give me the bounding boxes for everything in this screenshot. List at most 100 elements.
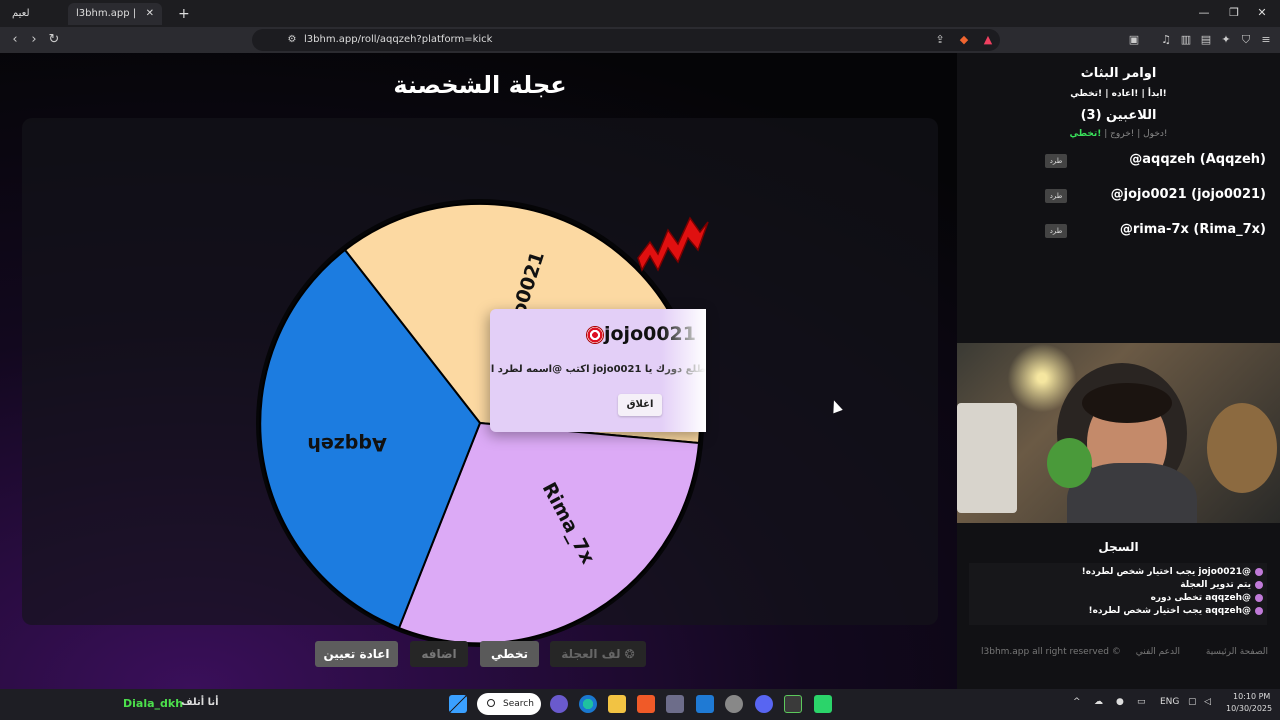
taskbar-search[interactable]: Search <box>477 693 541 715</box>
brave-shield-icon[interactable]: ◆ <box>956 32 972 48</box>
restore-button[interactable]: ❐ <box>1224 4 1244 22</box>
tab-title: l3bhm.app | لعبهم <box>76 8 137 41</box>
winner-name: jojo0021 <box>603 323 696 345</box>
log-text: يتم تدوير العجلة <box>1180 580 1251 590</box>
bag <box>1207 403 1277 493</box>
kick-button[interactable]: طرد <box>1045 189 1067 203</box>
file-explorer-icon[interactable] <box>608 695 626 713</box>
browser-toolbar: ‹ › ↻ ⚑ ⚙ l3bhm.app/roll/aqqzeh?platform… <box>0 27 1280 53</box>
site-info-icon[interactable]: ⚙ <box>282 30 302 50</box>
wheel-pointer-icon <box>637 216 709 272</box>
players-hint: !دخول | !خروج | !تخطي <box>957 129 1280 139</box>
brave-icon[interactable] <box>637 695 655 713</box>
kick-icon[interactable] <box>814 695 832 713</box>
reset-button[interactable]: اعادة تعيين <box>315 641 398 667</box>
commands-list: !ابدأ | !اعاده | !تخطي <box>1070 89 1167 99</box>
player-row: طرد @jojo0021 (jojo0021) <box>957 184 1280 210</box>
tray-overflow-icon[interactable]: ^ <box>1073 697 1081 707</box>
close-popup-button[interactable]: اغلاق <box>618 394 662 416</box>
share-icon[interactable]: ⇪ <box>932 32 948 48</box>
player-name: @rima-7x (Rima_7x) <box>1119 222 1266 237</box>
search-label: Search <box>503 699 534 709</box>
log-icon <box>1255 606 1263 615</box>
back-icon[interactable]: ‹ <box>5 30 25 50</box>
winner-message: طلع دورك يا jojo0021 اكتب @اسمه لطرد الش… <box>490 364 706 375</box>
players-hint-skip: !تخطي <box>1069 129 1102 139</box>
whiteboard <box>957 403 1017 513</box>
log-icon <box>1255 593 1263 602</box>
webcam-overlay <box>957 343 1280 523</box>
player-name: @jojo0021 (jojo0021) <box>1110 187 1266 202</box>
obs-icon[interactable] <box>725 695 743 713</box>
log-line: @aqqzeh يجب اختيار شخص لطرده! <box>1088 606 1263 616</box>
windows-start-icon[interactable] <box>449 695 467 713</box>
kick-button[interactable]: طرد <box>1045 154 1067 168</box>
reload-icon[interactable]: ↻ <box>44 30 64 50</box>
log-line: يتم تدوير العجلة <box>1180 580 1263 590</box>
browser-tab[interactable]: لعيم <box>4 3 64 25</box>
sidebar-icon[interactable]: ▥ <box>1178 32 1194 48</box>
target-icon <box>586 326 604 344</box>
forward-icon[interactable]: › <box>24 30 44 50</box>
log-line: @jojo0021 يجب اختيار شخص لطرده! <box>1082 567 1263 577</box>
log-icon <box>1255 580 1263 589</box>
footer-support-link[interactable]: الدعم الفني <box>1136 647 1180 657</box>
close-tab-icon[interactable]: ✕ <box>146 3 154 25</box>
sidebar: اوامر البثاث !ابدأ | !اعاده | !تخطي اللا… <box>957 53 1280 689</box>
log-line: @aqqzeh تخطى دوره <box>1151 593 1263 603</box>
kick-button[interactable]: طرد <box>1045 224 1067 238</box>
minimize-button[interactable]: — <box>1194 4 1214 22</box>
outlook-icon[interactable] <box>696 695 714 713</box>
add-button[interactable]: اضافه <box>410 641 468 667</box>
spin-icon: ❂ <box>624 647 635 661</box>
clock-time[interactable]: 10:10 PM <box>1233 692 1270 701</box>
spin-label: لف العجلة <box>561 647 621 661</box>
teams-icon[interactable] <box>550 695 568 713</box>
log-box[interactable]: @jojo0021 يجب اختيار شخص لطرده! يتم تدوي… <box>969 563 1267 625</box>
stream-username: Diala_dkh <box>123 697 184 710</box>
url-text[interactable]: l3bhm.app/roll/aqqzeh?platform=kick <box>304 29 492 51</box>
log-text: @aqqzeh تخطى دوره <box>1150 593 1251 603</box>
media-icon[interactable]: ♫ <box>1158 32 1174 48</box>
mic-icon[interactable]: ● <box>1116 697 1124 707</box>
winner-popup: jojo0021 طلع دورك يا jojo0021 اكتب @اسمه… <box>490 309 706 432</box>
log-icon <box>1255 567 1263 576</box>
store-icon[interactable] <box>666 695 684 713</box>
log-title: السجل <box>1098 540 1139 554</box>
terminal-icon[interactable] <box>784 695 802 713</box>
language-indicator[interactable]: ENG <box>1160 697 1179 707</box>
browser-tabstrip: لعيم l3bhm.app | لعبهم ✕ + — ❐ ✕ <box>0 0 1280 41</box>
footer-copyright: l3bhm.app all right reserved © <box>981 647 1121 657</box>
volume-icon[interactable]: ◁ <box>1204 697 1211 707</box>
page: عجلة الشخصنة jojo0021 Rima_7x Aqqzeh joj… <box>0 53 1280 689</box>
edge-icon[interactable] <box>579 695 597 713</box>
brave-rewards-icon[interactable]: ▲ <box>980 32 996 48</box>
search-icon <box>487 699 495 707</box>
cloud-icon[interactable]: ☁ <box>1094 697 1103 707</box>
wheel-label-aqqzeh: Aqqzeh <box>307 433 386 455</box>
new-tab-button[interactable]: + <box>170 3 190 25</box>
green-plush <box>1047 438 1092 488</box>
footer-home-link[interactable]: الصفحة الرئيسية <box>1206 647 1268 657</box>
page-title: عجلة الشخصنة <box>393 71 567 99</box>
address-bar[interactable]: ⚙ l3bhm.app/roll/aqqzeh?platform=kick ⇪ … <box>252 29 1000 51</box>
wallet-icon[interactable]: ▤ <box>1198 32 1214 48</box>
vpn-icon[interactable]: ⛉ <box>1238 32 1254 48</box>
network-icon[interactable]: ▢ <box>1188 697 1197 707</box>
menu-icon[interactable]: ≡ <box>1258 32 1274 48</box>
discord-icon[interactable] <box>755 695 773 713</box>
tab-search-icon[interactable]: ▣ <box>1126 32 1142 48</box>
leo-ai-icon[interactable]: ✦ <box>1218 32 1234 48</box>
browser-tab-active[interactable]: l3bhm.app | لعبهم ✕ <box>68 3 162 41</box>
taskbar: Diala_dkh أنا أتلف Search ^ ☁ ● ▭ ENG ▢ … <box>0 689 1280 720</box>
keyboard-icon[interactable]: ▭ <box>1137 697 1146 707</box>
player-row: طرد @rima-7x (Rima_7x) <box>957 219 1280 245</box>
players-hint-commands: !دخول | !خروج | <box>1101 129 1168 139</box>
log-text: @aqqzeh يجب اختيار شخص لطرده! <box>1088 606 1251 616</box>
spin-wheel-button[interactable]: لف العجلة ❂ <box>550 641 646 667</box>
streamer-hair <box>1082 383 1172 423</box>
close-window-button[interactable]: ✕ <box>1252 4 1272 22</box>
clock-date[interactable]: 10/30/2025 <box>1226 704 1272 713</box>
skip-button[interactable]: تخطي <box>480 641 539 667</box>
log-text: @jojo0021 يجب اختيار شخص لطرده! <box>1081 567 1251 577</box>
